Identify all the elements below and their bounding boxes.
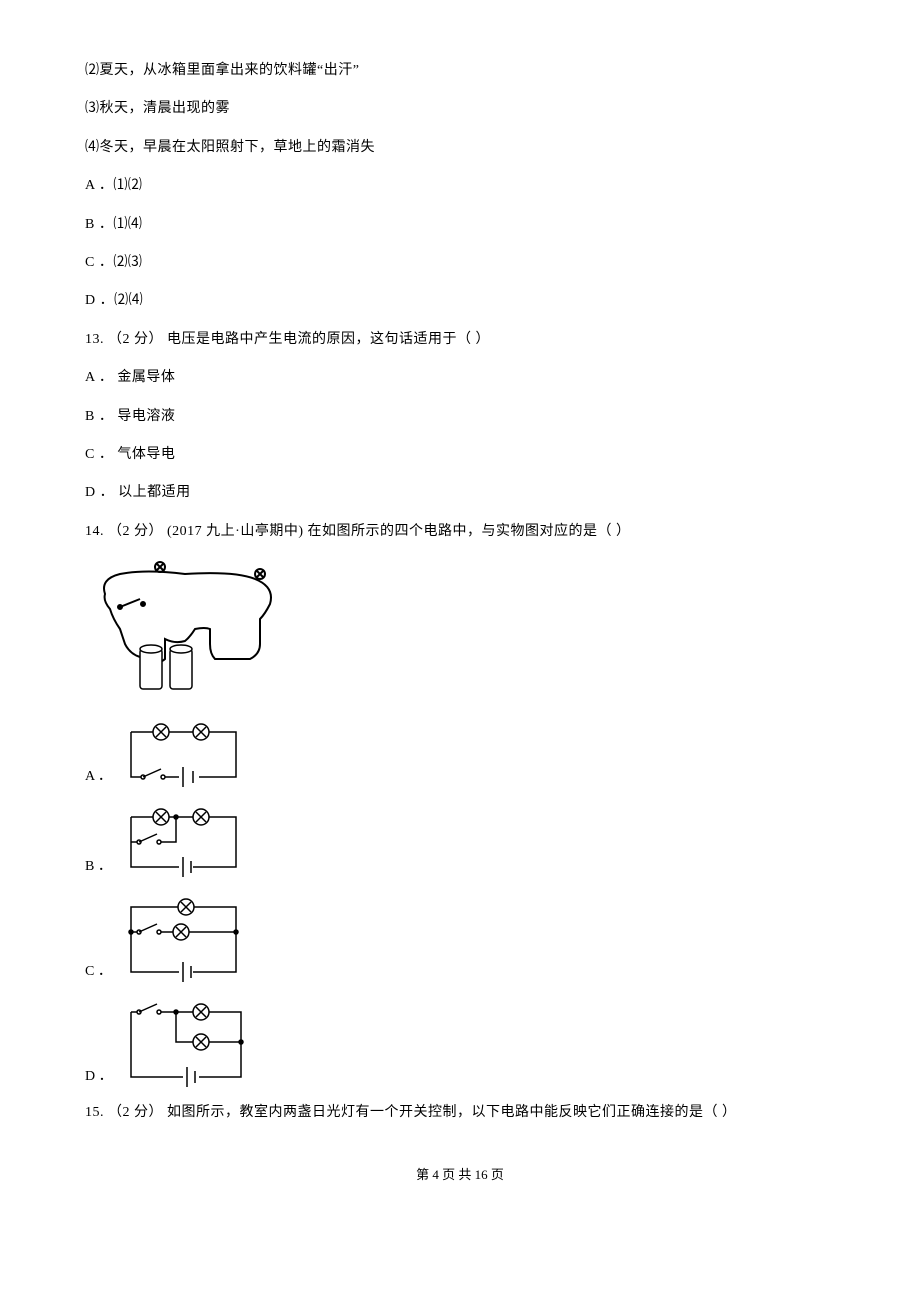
page-footer: 第 4 页 共 16 页 bbox=[85, 1165, 835, 1186]
q13-option-d: D ． 以上都适用 bbox=[85, 482, 835, 504]
q13-option-b: B ． 导电溶液 bbox=[85, 406, 835, 428]
option-c-12: C ．⑵⑶ bbox=[85, 252, 835, 274]
circuit-diagram-c bbox=[121, 892, 251, 987]
q14-option-c-row: C ． bbox=[85, 892, 835, 987]
statement-4: ⑷冬天，早晨在太阳照射下，草地上的霜消失 bbox=[85, 137, 835, 159]
q13-stem: 13. （2 分） 电压是电路中产生电流的原因，这句话适用于（ ） bbox=[85, 329, 835, 351]
circuit-diagram-a bbox=[121, 717, 251, 792]
option-a-12: A ．⑴⑵ bbox=[85, 175, 835, 197]
statement-3: ⑶秋天，清晨出现的雾 bbox=[85, 98, 835, 120]
option-b-12: B ．⑴⑷ bbox=[85, 214, 835, 236]
q13-option-a: A ． 金属导体 bbox=[85, 367, 835, 389]
q14-option-b-label: B ． bbox=[85, 856, 113, 882]
circuit-diagram-b bbox=[121, 802, 251, 882]
physical-circuit-diagram bbox=[85, 559, 835, 707]
option-d-12: D ．⑵⑷ bbox=[85, 290, 835, 312]
q14-option-a-row: A ． bbox=[85, 717, 835, 792]
q14-option-a-label: A ． bbox=[85, 766, 113, 792]
q14-stem: 14. （2 分） (2017 九上·山亭期中) 在如图所示的四个电路中，与实物… bbox=[85, 521, 835, 543]
q14-option-d-row: D ． bbox=[85, 997, 835, 1092]
q13-option-c: C ． 气体导电 bbox=[85, 444, 835, 466]
q14-option-c-label: C ． bbox=[85, 961, 113, 987]
q15-stem: 15. （2 分） 如图所示，教室内两盏日光灯有一个开关控制，以下电路中能反映它… bbox=[85, 1102, 835, 1124]
statement-2: ⑵夏天，从冰箱里面拿出来的饮料罐“出汗” bbox=[85, 60, 835, 82]
q14-option-b-row: B ． bbox=[85, 802, 835, 882]
circuit-diagram-d bbox=[121, 997, 256, 1092]
q14-option-d-label: D ． bbox=[85, 1066, 113, 1092]
